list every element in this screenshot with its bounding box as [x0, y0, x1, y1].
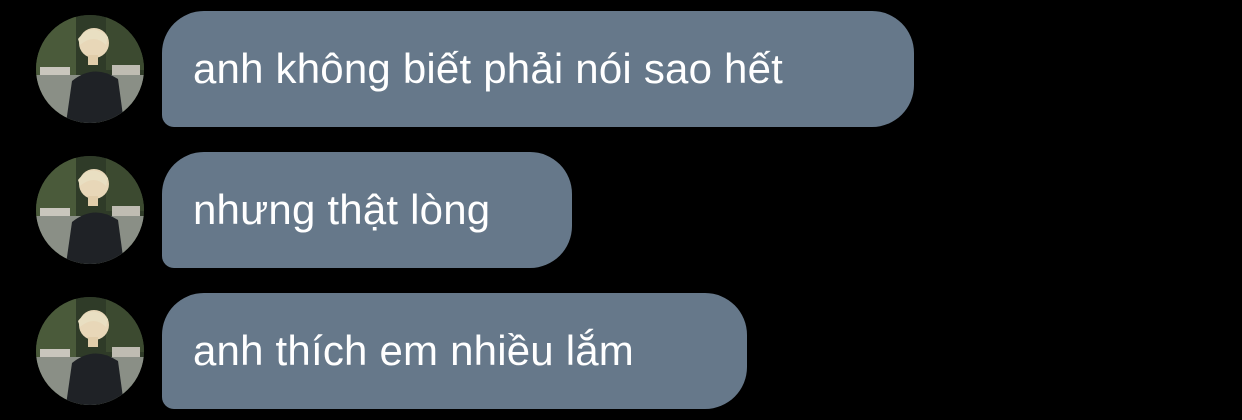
message-text: anh không biết phải nói sao hết: [193, 45, 783, 92]
message-row: anh không biết phải nói sao hết: [36, 11, 914, 127]
message-text: anh thích em nhiều lắm: [193, 327, 634, 374]
message-bubble[interactable]: anh thích em nhiều lắm: [162, 293, 747, 409]
message-row: anh thích em nhiều lắm: [36, 293, 747, 409]
avatar-photo-icon: [36, 156, 144, 264]
message-bubble[interactable]: nhưng thật lòng: [162, 152, 572, 268]
avatar-photo-icon: [36, 297, 144, 405]
message-text: nhưng thật lòng: [193, 186, 491, 233]
sender-avatar[interactable]: [36, 297, 144, 405]
message-row: nhưng thật lòng: [36, 152, 572, 268]
chat-thread: anh không biết phải nói sao hết nhưng th…: [0, 0, 1242, 420]
sender-avatar[interactable]: [36, 156, 144, 264]
avatar-photo-icon: [36, 15, 144, 123]
sender-avatar[interactable]: [36, 15, 144, 123]
message-bubble[interactable]: anh không biết phải nói sao hết: [162, 11, 914, 127]
